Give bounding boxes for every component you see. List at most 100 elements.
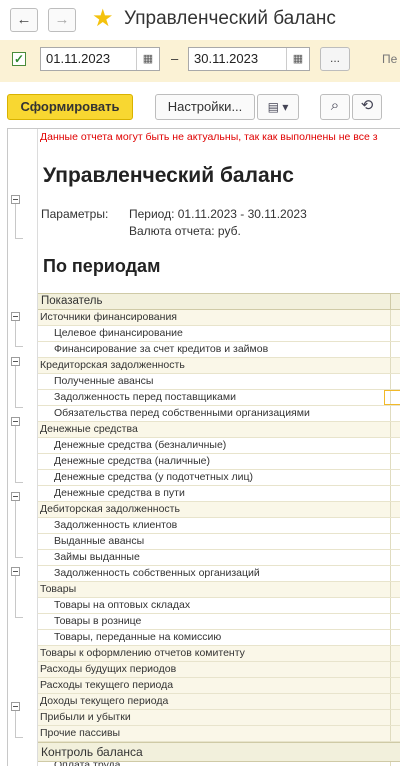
column-header: Показатель — [38, 293, 400, 310]
column-divider — [390, 358, 391, 373]
report-row-item[interactable]: Займы выданные — [38, 550, 400, 566]
report-area[interactable]: Данные отчета могут быть не актуальны, т… — [7, 128, 400, 766]
report-row-item[interactable]: Выданные авансы — [38, 534, 400, 550]
report-row-group[interactable]: Кредиторская задолженность — [38, 358, 400, 374]
row-label: Прочие пассивы — [40, 727, 121, 739]
collapse-group-icon[interactable] — [11, 417, 20, 426]
row-label: Доходы текущего периода — [40, 695, 169, 707]
report-content: Данные отчета могут быть не актуальны, т… — [38, 129, 400, 766]
forward-button[interactable]: → — [48, 8, 76, 32]
row-label: Задолженность перед поставщиками — [54, 391, 236, 403]
group-line — [15, 501, 16, 557]
column-divider — [390, 726, 391, 741]
column-divider — [390, 518, 391, 533]
column-divider — [390, 534, 391, 549]
group-line — [15, 711, 16, 737]
report-row-group[interactable]: Дебиторская задолженность — [38, 502, 400, 518]
report-row-item[interactable]: Задолженность клиентов — [38, 518, 400, 534]
settings-button[interactable]: Настройки... — [155, 94, 255, 120]
report-row-item[interactable]: Полученные авансы — [38, 374, 400, 390]
report-row-item[interactable]: Целевое финансирование — [38, 326, 400, 342]
back-button[interactable]: ← — [10, 8, 38, 32]
report-rows: Источники финансирования Целевое финансир… — [38, 310, 400, 766]
period-checkbox[interactable]: ✓ — [12, 52, 26, 66]
report-row-group[interactable]: Доходы текущего периода — [38, 694, 400, 710]
report-row-item[interactable]: Денежные средства (наличные) — [38, 454, 400, 470]
collapse-group-icon[interactable] — [11, 702, 20, 711]
collapse-group-icon[interactable] — [11, 567, 20, 576]
report-row-item[interactable]: Финансирование за счет кредитов и займов — [38, 342, 400, 358]
forward-arrow-icon: → — [54, 11, 70, 28]
report-row-group[interactable]: Расходы будущих периодов — [38, 662, 400, 678]
report-row-item[interactable]: Товары, переданные на комиссию — [38, 630, 400, 646]
search-icon: ⌕ — [330, 97, 340, 114]
report-row-group[interactable]: Прочие пассивы — [38, 726, 400, 742]
column-divider — [390, 310, 391, 325]
column-divider — [390, 566, 391, 581]
row-label: Выданные авансы — [54, 535, 145, 547]
report-row-item[interactable]: Обязательства перед собственными организ… — [38, 406, 400, 422]
search-refresh-button[interactable]: ⟲ — [352, 94, 382, 120]
grouping-gutter — [8, 129, 38, 766]
calendar-icon[interactable]: ▦ — [136, 48, 159, 70]
collapse-header-icon[interactable] — [11, 195, 20, 204]
calendar-icon[interactable]: ▦ — [286, 48, 309, 70]
group-line — [15, 482, 23, 483]
period-select-button[interactable]: ... — [320, 47, 350, 71]
search-button[interactable]: ⌕ — [320, 94, 350, 120]
group-line — [15, 737, 23, 738]
column-divider — [390, 710, 391, 725]
report-row-item[interactable]: Задолженность перед поставщиками — [38, 390, 400, 406]
report-variant-button[interactable]: ▤ ▾ — [257, 94, 299, 120]
date-from-value: 01.11.2023 — [46, 51, 111, 66]
column-divider — [390, 486, 391, 501]
selected-cell[interactable] — [384, 390, 400, 405]
row-label: Дебиторская задолженность — [40, 503, 180, 515]
row-label: Товары, переданные на комиссию — [54, 631, 222, 643]
currency-value: Валюта отчета: руб. — [129, 224, 241, 238]
row-label: Прибыли и убытки — [40, 711, 131, 723]
group-line — [15, 407, 23, 408]
column-divider — [390, 326, 391, 341]
column-divider — [390, 614, 391, 629]
collapse-group-icon[interactable] — [11, 357, 20, 366]
row-label: Задолженность клиентов — [54, 519, 178, 531]
checkmark-icon: ✓ — [13, 52, 25, 66]
report-row-group[interactable]: Денежные средства — [38, 422, 400, 438]
collapse-group-icon[interactable] — [11, 312, 20, 321]
row-label: Денежные средства (безналичные) — [54, 439, 227, 451]
row-label: Задолженность собственных организаций — [54, 567, 260, 579]
report-row-item[interactable]: Задолженность собственных организаций — [38, 566, 400, 582]
column-divider — [390, 438, 391, 453]
report-row-item[interactable]: Денежные средства в пути — [38, 486, 400, 502]
column-divider — [390, 694, 391, 709]
row-label: Денежные средства в пути — [54, 487, 185, 499]
favorite-star-icon[interactable]: ★ — [92, 6, 114, 32]
report-row-group[interactable]: Прибыли и убытки — [38, 710, 400, 726]
report-row-group[interactable]: Источники финансирования — [38, 310, 400, 326]
report-row-item[interactable]: Денежные средства (безналичные) — [38, 438, 400, 454]
report-row-group[interactable]: Товары к оформлению отчетов комитенту — [38, 646, 400, 662]
generate-button[interactable]: Сформировать — [7, 94, 133, 120]
report-row-item[interactable]: Товары в рознице — [38, 614, 400, 630]
params-label: Параметры: — [41, 207, 109, 221]
report-row-item[interactable]: Товары на оптовых складах — [38, 598, 400, 614]
report-row-group[interactable]: Товары — [38, 582, 400, 598]
date-from-field[interactable]: 01.11.2023 ▦ — [40, 47, 160, 71]
column-divider — [390, 662, 391, 677]
date-to-field[interactable]: 30.11.2023 ▦ — [188, 47, 310, 71]
row-label: Денежные средства — [40, 423, 138, 435]
column-divider — [390, 374, 391, 389]
report-title: Управленческий баланс — [43, 164, 294, 187]
group-line — [15, 321, 16, 346]
report-row-group[interactable]: Расходы текущего периода — [38, 678, 400, 694]
page-title: Управленческий баланс — [124, 8, 336, 29]
column-divider — [390, 454, 391, 469]
row-label: Целевое финансирование — [54, 327, 183, 339]
collapse-group-icon[interactable] — [11, 492, 20, 501]
date-range-dash: – — [171, 51, 179, 66]
group-line — [15, 346, 23, 347]
column-divider — [390, 342, 391, 357]
balance-control-row[interactable]: Контроль баланса — [38, 742, 400, 762]
report-row-item[interactable]: Денежные средства (у подотчетных лиц) — [38, 470, 400, 486]
